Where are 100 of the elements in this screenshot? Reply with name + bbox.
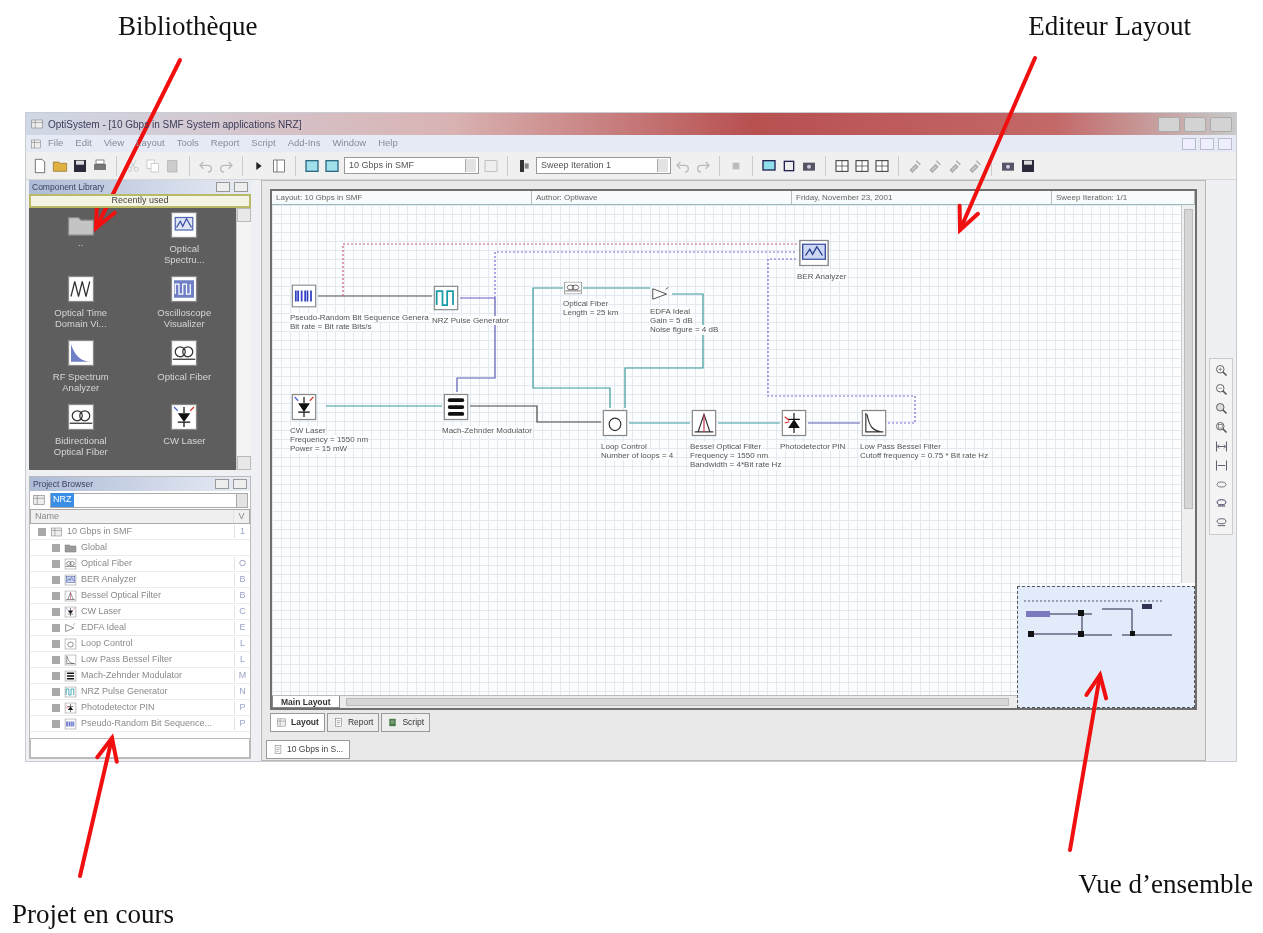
tree-item[interactable]: NRZ Pulse Generator — [81, 684, 234, 699]
tree-item[interactable]: Bessel Optical Filter — [81, 588, 234, 603]
tree-cell: E — [234, 620, 250, 635]
panel-title: Project Browser — [33, 477, 94, 491]
square-wave-icon[interactable] — [432, 284, 460, 312]
annotation-label: Vue d’ensemble — [1078, 867, 1253, 900]
layout-screen-icon[interactable] — [304, 157, 320, 174]
menu-item[interactable]: Edit — [69, 136, 98, 151]
tree-item[interactable]: BER Analyzer — [81, 572, 234, 587]
screen-icon[interactable] — [169, 210, 200, 240]
scissors-icon[interactable] — [125, 157, 141, 174]
tree-item[interactable]: Photodetector PIN — [81, 700, 234, 715]
tree-item[interactable]: CW Laser — [81, 604, 234, 619]
menu-item[interactable]: Help — [372, 136, 404, 151]
tree-item[interactable]: EDFA Ideal — [81, 620, 234, 635]
split-view-icon[interactable] — [874, 157, 890, 174]
fit-width-icon[interactable] — [1213, 439, 1229, 454]
component-name: Bessel Optical Filter — [690, 442, 762, 452]
tree-item[interactable]: Mach-Zehnder Modulator — [81, 668, 234, 683]
tool-icon[interactable] — [927, 157, 943, 174]
component-label[interactable]: Bidirectional Optical Fiber — [44, 436, 117, 458]
magnifier-icon[interactable] — [1213, 420, 1229, 435]
menu-item[interactable]: Tools — [170, 136, 205, 151]
tree-item[interactable]: Pseudo-Random Bit Sequence... — [81, 716, 234, 731]
screen-icon[interactable] — [797, 238, 831, 268]
document-tab[interactable]: 10 Gbps in S... — [266, 740, 351, 759]
diode-icon[interactable] — [169, 402, 200, 432]
circle-block-icon[interactable] — [601, 408, 629, 438]
clipboard-icon[interactable] — [165, 157, 181, 174]
fiber-coil-icon[interactable] — [169, 338, 200, 368]
component-label[interactable]: Optical Fiber — [157, 372, 212, 383]
decay-filter-icon[interactable] — [860, 408, 888, 438]
layout-screen-icon[interactable] — [324, 157, 340, 174]
component-label[interactable]: Oscilloscope Visualizer — [148, 308, 221, 330]
tree-item[interactable]: Low Pass Bessel Filter — [81, 652, 234, 667]
component-name: EDFA Ideal — [650, 307, 691, 317]
panel-icon[interactable] — [271, 157, 287, 174]
peak-filter-icon[interactable] — [690, 408, 718, 438]
diode-icon[interactable] — [780, 408, 808, 438]
page-icon — [273, 743, 283, 755]
scrollbar[interactable] — [236, 208, 251, 470]
tool-icon[interactable] — [967, 157, 983, 174]
category-bar[interactable]: Recently used — [29, 194, 251, 208]
menu-item[interactable]: Window — [326, 136, 373, 151]
component-label[interactable]: Optical Time Domain Vi... — [44, 308, 117, 330]
component-name: Low Pass Bessel Filter — [860, 442, 941, 452]
menu-item[interactable]: Add-Ins — [281, 136, 327, 151]
dropdown-field[interactable]: Sweep Iteration 1 — [536, 157, 671, 174]
curve-screen-icon[interactable] — [65, 338, 96, 368]
panel-title: Component Library — [32, 180, 106, 194]
pin-button[interactable] — [216, 182, 230, 192]
split-view-icon[interactable] — [854, 157, 870, 174]
column-header[interactable]: Name — [31, 509, 233, 524]
bit-bars-icon — [64, 717, 77, 730]
magnifier-icon[interactable] — [1213, 401, 1229, 416]
tool-icon[interactable] — [947, 157, 963, 174]
diode-icon[interactable] — [290, 392, 318, 422]
sheet-tab[interactable]: Main Layout — [272, 696, 340, 708]
fiber-coil-icon[interactable] — [65, 402, 96, 432]
stacked-bars-icon[interactable] — [442, 392, 470, 422]
layout-grid-icon — [30, 118, 44, 130]
bit-bars-icon[interactable] — [290, 283, 318, 309]
view-tab[interactable]: Script — [381, 713, 431, 732]
tree-cell: C — [234, 604, 250, 619]
dropdown-field[interactable]: 10 Gbps in SMF — [344, 157, 479, 174]
menu-item[interactable]: Report — [204, 136, 246, 151]
split-view-icon[interactable] — [834, 157, 850, 174]
scrollbar[interactable] — [1181, 205, 1195, 583]
pulse-screen-icon[interactable] — [169, 274, 200, 304]
input-field[interactable] — [30, 738, 250, 758]
tool-icon[interactable] — [907, 157, 923, 174]
new-page-icon[interactable] — [32, 157, 48, 174]
menu-item[interactable]: Script — [245, 136, 282, 151]
tree-item[interactable]: Loop Control — [81, 636, 234, 651]
view-tab[interactable]: Layout — [270, 713, 325, 732]
tree-item[interactable]: Global — [81, 540, 234, 555]
monitor-icon[interactable] — [761, 157, 777, 174]
tree-cell: B — [234, 572, 250, 587]
scrollbar[interactable] — [345, 698, 1009, 706]
component-label[interactable]: Optical Spectru... — [148, 244, 221, 266]
waveform-screen-icon[interactable] — [65, 274, 96, 304]
zoom-in-icon[interactable] — [1213, 363, 1229, 378]
tree-item[interactable]: 10 Gbps in SMF — [67, 524, 234, 539]
tree-item[interactable]: Optical Fiber — [81, 556, 234, 571]
triangle-icon[interactable] — [650, 285, 672, 303]
pin-button[interactable] — [215, 479, 229, 489]
view-tab[interactable]: Report — [326, 713, 380, 732]
column-header[interactable]: V — [233, 509, 249, 524]
component-label[interactable]: .. — [78, 238, 84, 249]
close-button[interactable] — [233, 479, 247, 489]
menu-item[interactable]: File — [42, 136, 70, 151]
fit-height-icon[interactable] — [1213, 458, 1229, 473]
filter-dropdown[interactable]: NRZ — [50, 492, 248, 508]
component-label[interactable]: CW Laser — [163, 436, 206, 447]
zoom-out-icon[interactable] — [1213, 382, 1229, 397]
component-label[interactable]: RF Spectrum Analyzer — [44, 372, 117, 394]
close-button[interactable] — [234, 182, 248, 192]
menu-item[interactable]: View — [97, 136, 131, 151]
tree-cell: L — [234, 636, 250, 651]
triangle-icon — [64, 621, 77, 634]
